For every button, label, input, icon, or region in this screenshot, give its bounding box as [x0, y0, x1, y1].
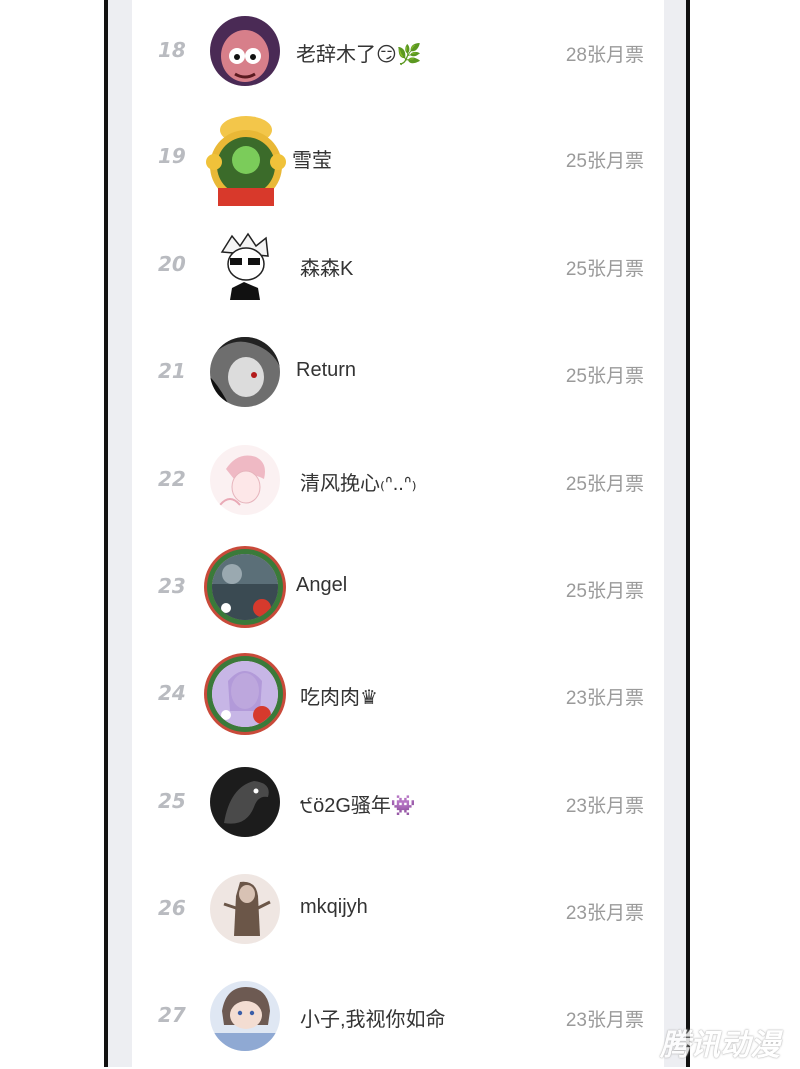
rank-number: 26 [158, 896, 186, 920]
ranking-row[interactable]: 18 老辞木了😏🌿 28张月票 [132, 0, 664, 104]
ranking-row[interactable]: 23 Angel 25张月票 [132, 536, 664, 640]
user-name[interactable]: ੯ö2G骚年👾 [300, 789, 540, 818]
rank-number: 23 [158, 574, 186, 598]
user-name[interactable]: 雪莹 [292, 144, 532, 173]
user-avatar[interactable] [210, 767, 280, 837]
user-name[interactable]: 清风挽心₍ᐢ..ᐢ₎ [300, 467, 540, 496]
rank-number: 18 [158, 38, 186, 62]
user-avatar[interactable] [210, 874, 280, 944]
ranking-row[interactable]: 27 小子,我视你如命 23张月票 [132, 965, 664, 1069]
user-avatar[interactable] [210, 445, 280, 515]
monthly-ticket-count: 23张月票 [565, 688, 644, 709]
user-avatar[interactable] [210, 337, 280, 407]
rank-number: 20 [158, 252, 186, 276]
monthly-ticket-count: 25张月票 [565, 474, 644, 495]
user-name[interactable]: Return [296, 359, 536, 382]
rank-number: 19 [158, 144, 186, 168]
ranking-row[interactable]: 20 森森K 25张月票 [132, 214, 664, 318]
rank-number: 22 [158, 467, 186, 491]
ranking-row[interactable]: 21 Return 25张月票 [132, 321, 664, 425]
monthly-ticket-count: 28张月票 [565, 45, 644, 66]
user-name[interactable]: 小子,我视你如命 [300, 1003, 540, 1032]
user-avatar[interactable] [210, 981, 280, 1051]
ranking-panel-frame: 18 老辞木了😏🌿 28张月票 19 雪莹 25张月票 20 森森K 25张月票… [104, 0, 690, 1067]
monthly-ticket-count: 25张月票 [565, 581, 644, 602]
user-name[interactable]: 老辞木了😏🌿 [296, 38, 536, 67]
rank-number: 21 [158, 359, 186, 383]
user-name[interactable]: Angel [296, 574, 536, 597]
user-name[interactable]: 森森K [300, 252, 540, 281]
tencent-comic-watermark: 腾讯动漫 [660, 1028, 780, 1063]
user-avatar[interactable] [210, 230, 280, 300]
ranking-row[interactable]: 25 ੯ö2G骚年👾 23张月票 [132, 751, 664, 855]
ranking-row[interactable]: 24 吃肉肉♛ 23张月票 [132, 643, 664, 747]
user-name[interactable]: 吃肉肉♛ [300, 681, 540, 710]
user-avatar[interactable] [212, 554, 278, 620]
monthly-ticket-count: 23张月票 [565, 796, 644, 817]
ranking-row[interactable]: 19 雪莹 25张月票 [132, 106, 664, 210]
monthly-ticket-count: 23张月票 [565, 1010, 644, 1031]
user-avatar[interactable] [212, 661, 278, 727]
ranking-row[interactable]: 22 清风挽心₍ᐢ..ᐢ₎ 25张月票 [132, 429, 664, 533]
rank-number: 27 [158, 1003, 186, 1027]
user-avatar[interactable] [210, 16, 280, 86]
user-name[interactable]: mkqijyh [300, 896, 540, 919]
ranking-list: 18 老辞木了😏🌿 28张月票 19 雪莹 25张月票 20 森森K 25张月票… [132, 0, 664, 1067]
ranking-row[interactable]: 26 mkqijyh 23张月票 [132, 858, 664, 962]
rank-number: 24 [158, 681, 186, 705]
monthly-ticket-count: 23张月票 [565, 903, 644, 924]
user-avatar[interactable] [204, 112, 288, 206]
monthly-ticket-count: 25张月票 [565, 151, 644, 172]
rank-number: 25 [158, 789, 186, 813]
monthly-ticket-count: 25张月票 [565, 259, 644, 280]
monthly-ticket-count: 25张月票 [565, 366, 644, 387]
